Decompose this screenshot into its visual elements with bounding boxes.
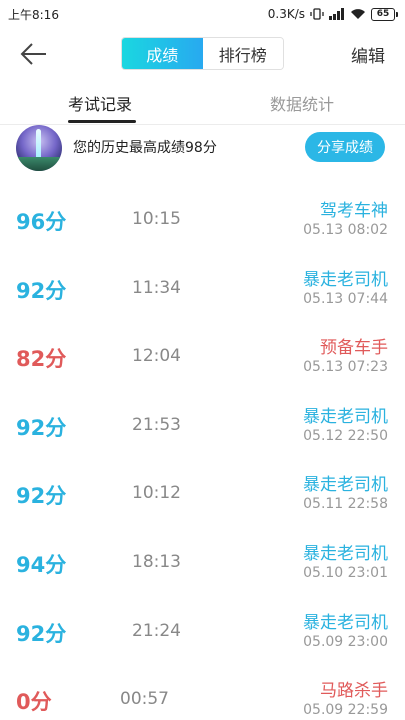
share-score-button[interactable]: 分享成绩	[305, 132, 385, 162]
record-score: 96分	[16, 210, 67, 234]
tab-leaderboard[interactable]: 排行榜	[202, 38, 283, 69]
list-item[interactable]: 92分 21:53 暴走老司机 05.12 22:50	[0, 392, 405, 460]
record-duration: 12:04	[132, 346, 181, 367]
record-score: 92分	[16, 484, 67, 509]
sub-tabs: 考试记录 数据统计	[0, 80, 405, 125]
tab-scores[interactable]: 成绩	[122, 38, 203, 69]
record-date: 05.13 07:44	[303, 290, 388, 307]
record-score: 82分	[16, 347, 67, 372]
record-title: 暴走老司机	[303, 612, 388, 633]
record-title: 预备车手	[320, 338, 388, 359]
list-item[interactable]: 92分 21:24 暴走老司机 05.09 23:00	[0, 598, 405, 666]
edit-button[interactable]: 编辑	[351, 42, 385, 67]
best-score-bar: 您的历史最高成绩98分 分享成绩	[0, 125, 405, 171]
record-score: 0分	[16, 690, 52, 715]
best-score-text: 您的历史最高成绩98分	[73, 140, 217, 156]
record-title: 暴走老司机	[303, 475, 388, 496]
arrow-left-icon	[20, 43, 46, 65]
status-time: 上午8:16	[8, 7, 59, 22]
list-item[interactable]: 92分 11:34 暴走老司机 05.13 07:44	[0, 255, 405, 323]
record-title: 暴走老司机	[303, 406, 388, 427]
record-score: 92分	[16, 621, 67, 646]
record-date: 05.09 22:59	[303, 702, 388, 719]
tab-data-statistics[interactable]: 数据统计	[270, 91, 334, 115]
record-duration: 11:34	[132, 277, 181, 298]
record-date: 05.13 08:02	[303, 222, 388, 238]
list-item[interactable]: 92分 10:12 暴走老司机 05.11 22:58	[0, 460, 405, 528]
record-score: 92分	[16, 278, 67, 303]
list-item[interactable]: 94分 18:13 暴走老司机 05.10 23:01	[0, 529, 405, 597]
vibrate-icon	[310, 8, 324, 20]
battery-icon: 65	[371, 7, 398, 21]
record-date: 05.11 22:58	[303, 496, 388, 513]
record-score: 92分	[16, 415, 67, 440]
active-tab-indicator	[68, 120, 136, 123]
segment-control: 成绩 排行榜	[121, 37, 284, 70]
record-duration: 18:13	[132, 552, 181, 572]
record-duration: 10:12	[132, 483, 181, 504]
list-item[interactable]: 0分 00:57 马路杀手 05.09 22:59	[0, 666, 405, 720]
network-speed: 0.3K/s	[267, 7, 305, 21]
record-title: 暴走老司机	[303, 269, 388, 290]
record-score: 94分	[16, 553, 67, 577]
record-duration: 00:57	[120, 689, 169, 710]
record-date: 05.13 07:23	[303, 359, 388, 376]
record-duration: 21:53	[132, 414, 181, 435]
signal-icon	[329, 8, 344, 20]
top-nav: 成绩 排行榜 编辑	[0, 28, 405, 80]
record-duration: 10:15	[132, 209, 181, 229]
list-item[interactable]: 82分 12:04 预备车手 05.13 07:23	[0, 323, 405, 391]
record-date: 05.10 23:01	[303, 565, 388, 581]
record-date: 05.12 22:50	[303, 427, 388, 444]
back-button[interactable]	[18, 40, 50, 68]
tab-exam-records[interactable]: 考试记录	[68, 91, 132, 115]
record-title: 马路杀手	[320, 681, 388, 702]
record-date: 05.09 23:00	[303, 633, 388, 650]
record-title: 驾考车神	[320, 201, 388, 221]
record-duration: 21:24	[132, 620, 181, 641]
status-bar: 上午8:16 0.3K/s 65	[0, 0, 405, 28]
avatar	[16, 125, 62, 171]
list-item[interactable]: 96分 10:15 驾考车神 05.13 08:02	[0, 186, 405, 254]
wifi-icon	[351, 9, 365, 19]
status-indicators: 0.3K/s 65	[267, 7, 398, 21]
record-title: 暴走老司机	[303, 544, 388, 564]
